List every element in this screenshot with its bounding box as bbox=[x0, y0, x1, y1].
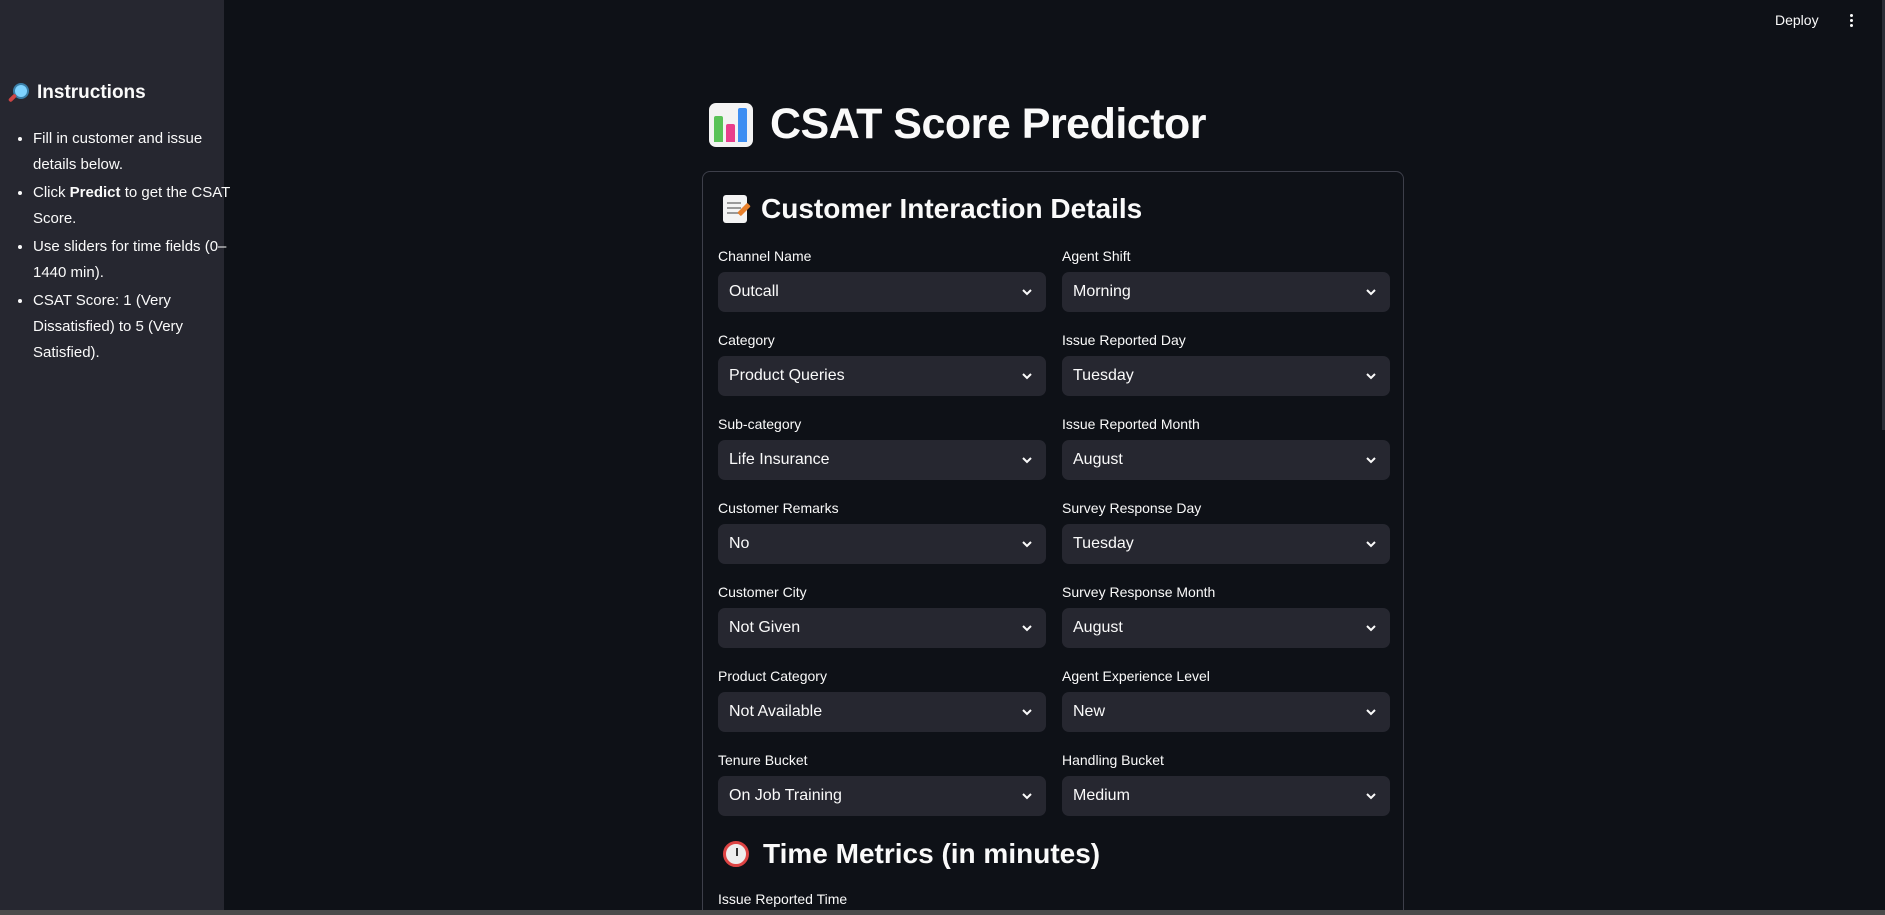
bar-chart-icon bbox=[709, 102, 753, 147]
select-value: Not Available bbox=[729, 703, 823, 720]
issue-reported-time-label: Issue Reported Time bbox=[718, 891, 848, 907]
magnifier-icon bbox=[7, 82, 29, 104]
page-title-text: CSAT Score Predictor bbox=[770, 100, 1207, 148]
field-label: Handling Bucket bbox=[1062, 752, 1164, 768]
select-value: Life Insurance bbox=[729, 451, 830, 468]
select-value: New bbox=[1073, 703, 1106, 720]
category-field: Category Product Queries bbox=[718, 330, 1046, 396]
field-label: Issue Reported Day bbox=[1062, 332, 1186, 348]
sidebar-title: Instructions bbox=[7, 82, 146, 104]
stopwatch-icon bbox=[723, 841, 749, 867]
issue-reported-month-select[interactable]: August bbox=[1062, 440, 1390, 480]
survey-response-day-select[interactable]: Tuesday bbox=[1062, 524, 1390, 564]
chevron-down-icon bbox=[1022, 625, 1032, 632]
chevron-down-icon bbox=[1366, 625, 1376, 632]
bottom-divider bbox=[0, 910, 1885, 915]
handling-bucket-select[interactable]: Medium bbox=[1062, 776, 1390, 816]
chevron-down-icon bbox=[1022, 793, 1032, 800]
select-value: Tuesday bbox=[1073, 535, 1134, 552]
section-title: Time Metrics (in minutes) bbox=[763, 838, 1101, 869]
product-category-field: Product Category Not Available bbox=[718, 666, 1046, 732]
field-label: Customer City bbox=[718, 584, 807, 600]
select-value: Morning bbox=[1073, 283, 1131, 300]
vertical-ellipsis-icon[interactable] bbox=[1845, 12, 1857, 32]
chevron-down-icon bbox=[1366, 289, 1376, 296]
instruction-text: Use sliders for time fields (0–1440 min)… bbox=[33, 238, 227, 281]
memo-icon bbox=[723, 195, 747, 223]
issue-reported-month-field: Issue Reported Month August bbox=[1062, 414, 1390, 480]
customer-remarks-select[interactable]: No bbox=[718, 524, 1046, 564]
channel-name-field: Channel Name Outcall bbox=[718, 246, 1046, 312]
chevron-down-icon bbox=[1022, 373, 1032, 380]
select-value: August bbox=[1073, 451, 1123, 468]
chevron-down-icon bbox=[1022, 457, 1032, 464]
chevron-down-icon bbox=[1022, 541, 1032, 548]
product-category-select[interactable]: Not Available bbox=[718, 692, 1046, 732]
section-customer-interaction: Customer Interaction Details bbox=[723, 193, 1142, 225]
section-title: Customer Interaction Details bbox=[761, 193, 1143, 224]
instruction-text: Fill in customer and issue details below… bbox=[33, 130, 203, 173]
instruction-item: Click Predict to get the CSAT Score. bbox=[33, 180, 233, 232]
agent-experience-level-select[interactable]: New bbox=[1062, 692, 1390, 732]
agent-shift-select[interactable]: Morning bbox=[1062, 272, 1390, 312]
field-label: Sub-category bbox=[718, 416, 802, 432]
field-label: Channel Name bbox=[718, 248, 812, 264]
instruction-bold: Predict bbox=[69, 184, 121, 201]
issue-reported-day-field: Issue Reported Day Tuesday bbox=[1062, 330, 1390, 396]
select-value: August bbox=[1073, 619, 1123, 636]
sidebar: Instructions Fill in customer and issue … bbox=[0, 0, 230, 910]
select-value: Product Queries bbox=[729, 367, 845, 384]
instruction-item: Use sliders for time fields (0–1440 min)… bbox=[33, 234, 233, 286]
select-value: On Job Training bbox=[729, 787, 842, 804]
select-value: Not Given bbox=[729, 619, 801, 636]
field-label: Tenure Bucket bbox=[718, 752, 808, 768]
field-label: Product Category bbox=[718, 668, 827, 684]
survey-response-month-select[interactable]: August bbox=[1062, 608, 1390, 648]
sub-category-field: Sub-category Life Insurance bbox=[718, 414, 1046, 480]
field-label: Category bbox=[718, 332, 775, 348]
section-time-metrics: Time Metrics (in minutes) bbox=[723, 838, 1100, 870]
customer-city-field: Customer City Not Given bbox=[718, 582, 1046, 648]
channel-name-select[interactable]: Outcall bbox=[718, 272, 1046, 312]
select-value: Outcall bbox=[729, 283, 779, 300]
sub-category-select[interactable]: Life Insurance bbox=[718, 440, 1046, 480]
sidebar-title-text: Instructions bbox=[37, 82, 146, 103]
field-label: Customer Remarks bbox=[718, 500, 839, 516]
field-label: Issue Reported Month bbox=[1062, 416, 1200, 432]
survey-response-month-field: Survey Response Month August bbox=[1062, 582, 1390, 648]
agent-shift-field: Agent Shift Morning bbox=[1062, 246, 1390, 312]
instruction-item: Fill in customer and issue details below… bbox=[33, 126, 233, 178]
page-title: CSAT Score Predictor bbox=[709, 100, 1207, 149]
chevron-down-icon bbox=[1366, 541, 1376, 548]
tenure-bucket-select[interactable]: On Job Training bbox=[718, 776, 1046, 816]
app-root: Instructions Fill in customer and issue … bbox=[0, 0, 1885, 915]
chevron-down-icon bbox=[1366, 457, 1376, 464]
field-label: Survey Response Day bbox=[1062, 500, 1202, 516]
category-select[interactable]: Product Queries bbox=[718, 356, 1046, 396]
select-value: Medium bbox=[1073, 787, 1130, 804]
chevron-down-icon bbox=[1022, 709, 1032, 716]
chevron-down-icon bbox=[1366, 793, 1376, 800]
chevron-down-icon bbox=[1022, 289, 1032, 296]
field-label: Agent Shift bbox=[1062, 248, 1131, 264]
survey-response-day-field: Survey Response Day Tuesday bbox=[1062, 498, 1390, 564]
field-label: Survey Response Month bbox=[1062, 584, 1216, 600]
instruction-text: CSAT Score: 1 (Very Dissatisfied) to 5 (… bbox=[33, 292, 184, 361]
issue-reported-day-select[interactable]: Tuesday bbox=[1062, 356, 1390, 396]
field-label: Agent Experience Level bbox=[1062, 668, 1210, 684]
select-value: Tuesday bbox=[1073, 367, 1134, 384]
chevron-down-icon bbox=[1366, 373, 1376, 380]
deploy-button[interactable]: Deploy bbox=[1775, 12, 1819, 28]
tenure-bucket-field: Tenure Bucket On Job Training bbox=[718, 750, 1046, 816]
chevron-down-icon bbox=[1366, 709, 1376, 716]
instruction-text: Click bbox=[33, 184, 70, 201]
select-value: No bbox=[729, 535, 750, 552]
handling-bucket-field: Handling Bucket Medium bbox=[1062, 750, 1390, 816]
instructions-list: Fill in customer and issue details below… bbox=[10, 126, 233, 368]
customer-remarks-field: Customer Remarks No bbox=[718, 498, 1046, 564]
agent-experience-level-field: Agent Experience Level New bbox=[1062, 666, 1390, 732]
customer-city-select[interactable]: Not Given bbox=[718, 608, 1046, 648]
instruction-item: CSAT Score: 1 (Very Dissatisfied) to 5 (… bbox=[33, 288, 233, 366]
